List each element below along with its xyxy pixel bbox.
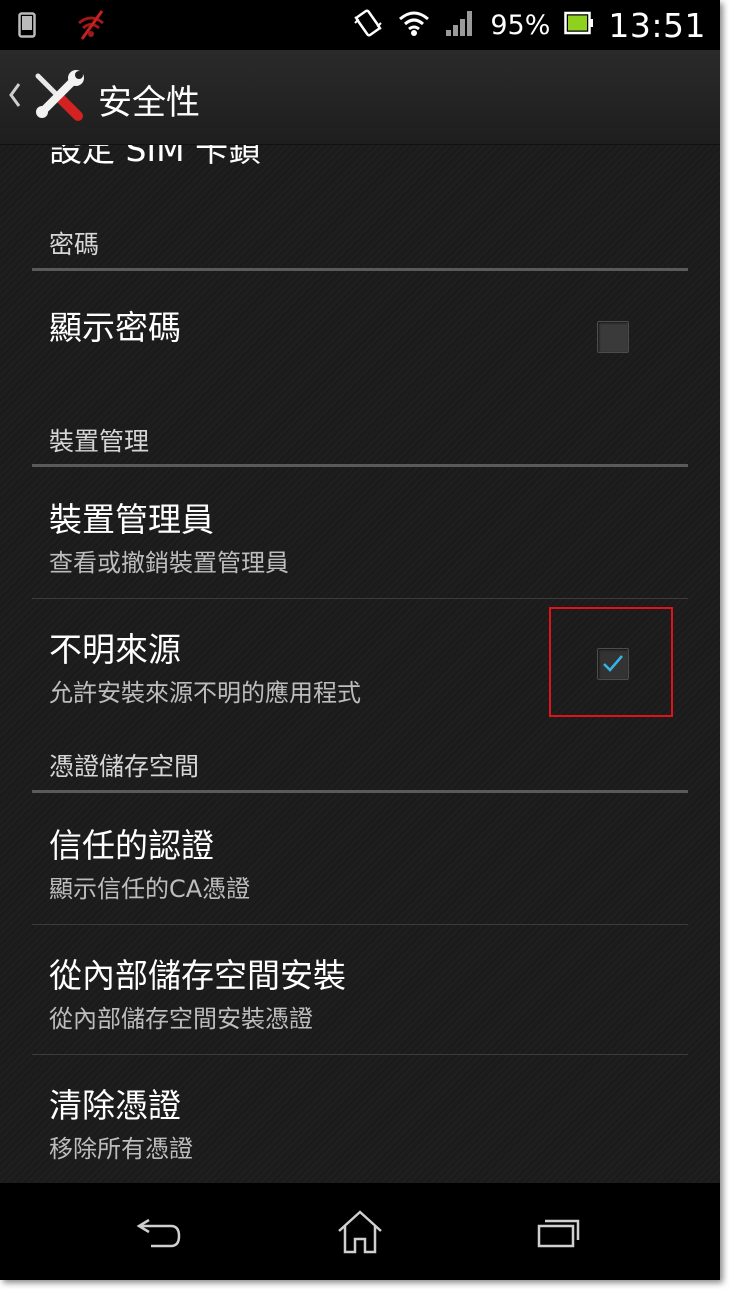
section-header-credential-storage: 憑證儲存空間 xyxy=(49,752,200,781)
clear-credentials-subtitle: 移除所有憑證 xyxy=(49,1135,193,1163)
device-administrators-row[interactable]: 裝置管理員 查看或撤銷裝置管理員 xyxy=(0,467,720,597)
phone-screen: 95% 13:51 安全性 設定 SIM 卡鎖 密碼 顯示密碼 裝置管理 裝置管… xyxy=(0,0,720,1280)
unknown-sources-subtitle: 允許安裝來源不明的應用程式 xyxy=(49,679,361,707)
section-header-password: 密碼 xyxy=(49,230,100,259)
unknown-sources-title: 不明來源 xyxy=(49,630,181,669)
clear-credentials-row[interactable]: 清除憑證 移除所有憑證 xyxy=(0,1055,720,1183)
install-from-storage-subtitle: 從內部儲存空間安裝憑證 xyxy=(49,1005,313,1033)
device-administrators-title: 裝置管理員 xyxy=(49,500,214,539)
battery-icon xyxy=(564,11,594,39)
highlight-annotation xyxy=(549,607,673,717)
vibrate-icon xyxy=(352,7,384,43)
battery-percent: 95% xyxy=(490,9,551,41)
sim-lock-item-title[interactable]: 設定 SIM 卡鎖 xyxy=(49,145,261,171)
action-bar[interactable]: 安全性 xyxy=(0,50,720,145)
settings-list[interactable]: 設定 SIM 卡鎖 密碼 顯示密碼 裝置管理 裝置管理員 查看或撤銷裝置管理員 … xyxy=(0,145,720,1183)
clear-credentials-title: 清除憑證 xyxy=(49,1086,181,1125)
trusted-credentials-title: 信任的認證 xyxy=(49,826,214,865)
back-button[interactable] xyxy=(100,1183,220,1280)
back-icon xyxy=(136,1218,181,1247)
tools-icon xyxy=(30,68,86,128)
signal-icon xyxy=(444,8,476,42)
clock: 13:51 xyxy=(608,5,706,45)
status-bar: 95% 13:51 xyxy=(0,0,720,50)
show-password-checkbox[interactable] xyxy=(597,321,629,353)
trusted-credentials-row[interactable]: 信任的認證 顯示信任的CA憑證 xyxy=(0,793,720,923)
recent-apps-icon xyxy=(537,1219,580,1247)
section-header-device-admin: 裝置管理 xyxy=(49,427,150,456)
page-title: 安全性 xyxy=(98,83,200,123)
navigation-bar xyxy=(0,1183,720,1280)
install-from-storage-row[interactable]: 從內部儲存空間安裝 從內部儲存空間安裝憑證 xyxy=(0,925,720,1055)
wifi-icon xyxy=(398,9,430,41)
install-from-storage-title: 從內部儲存空間安裝 xyxy=(49,956,346,995)
chevron-left-icon[interactable] xyxy=(8,80,22,114)
trusted-credentials-subtitle: 顯示信任的CA憑證 xyxy=(49,875,251,903)
wifi-off-icon xyxy=(74,9,108,45)
device-administrators-subtitle: 查看或撤銷裝置管理員 xyxy=(49,549,289,577)
show-password-title: 顯示密碼 xyxy=(49,308,181,347)
show-password-row[interactable]: 顯示密碼 xyxy=(0,271,720,411)
home-button[interactable] xyxy=(300,1183,420,1280)
phone-icon xyxy=(18,12,36,42)
home-icon xyxy=(338,1209,382,1253)
recent-apps-button[interactable] xyxy=(500,1183,620,1280)
